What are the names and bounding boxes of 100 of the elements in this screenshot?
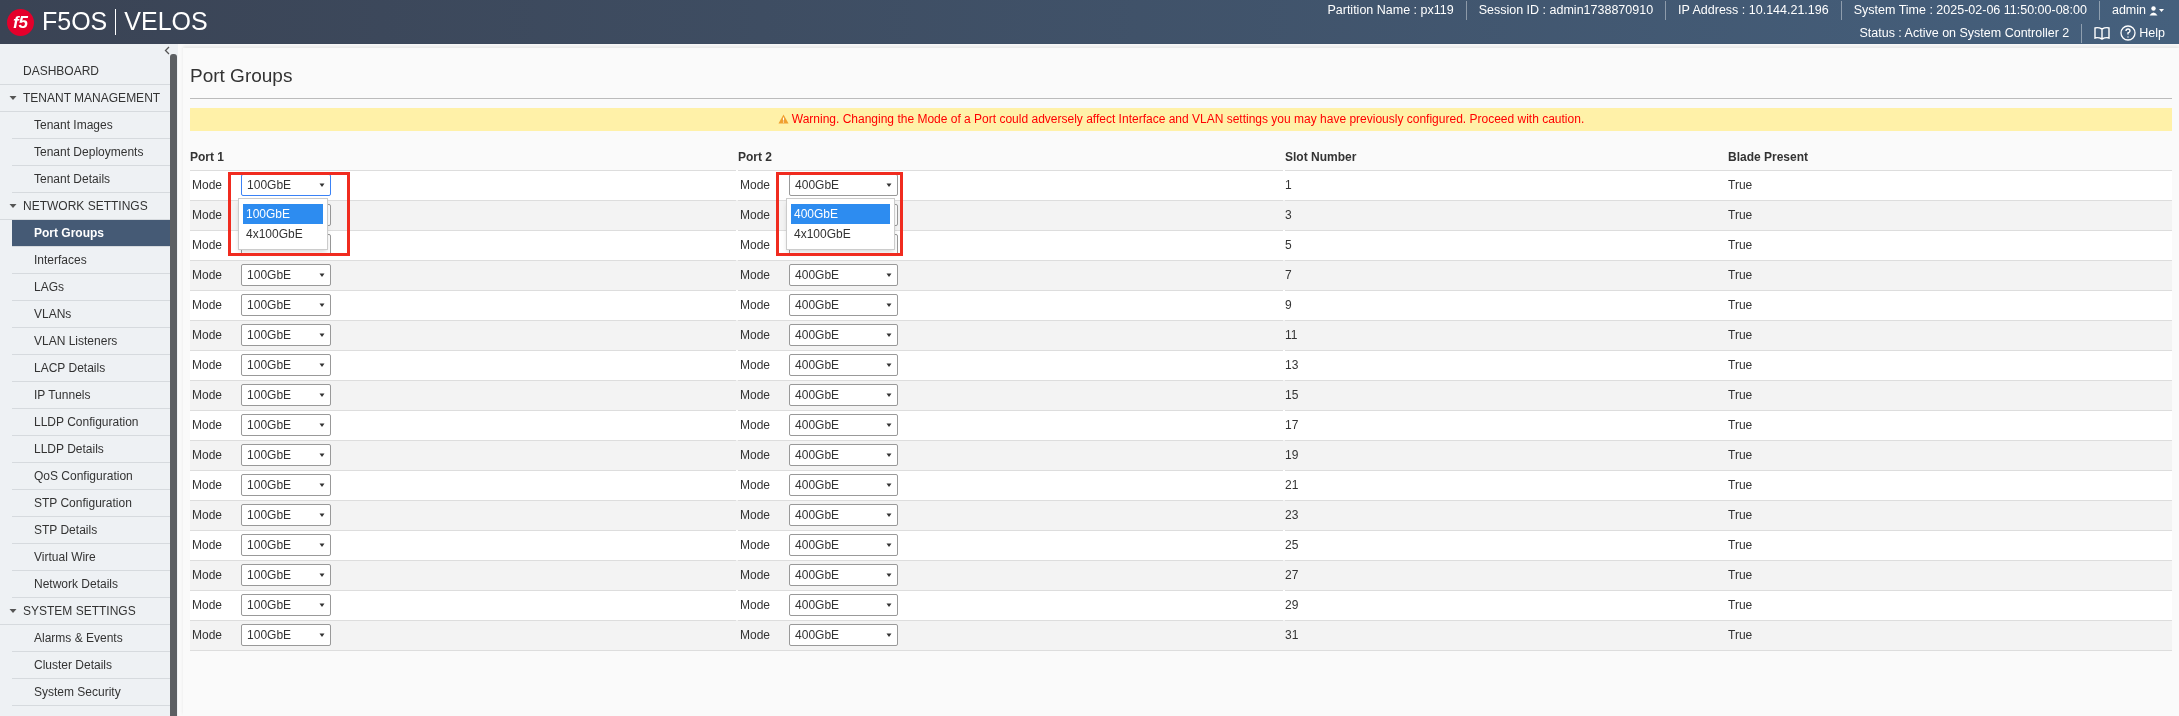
table-cell-text: 15	[1285, 387, 1299, 404]
caret-icon	[319, 272, 326, 278]
book-icon[interactable]	[2094, 26, 2111, 41]
dropdown-option[interactable]: 4x100GbE	[791, 223, 890, 244]
field-label: Mode	[192, 387, 223, 404]
mode-select[interactable]: 100GbE	[241, 264, 332, 286]
field-label: Mode	[192, 597, 223, 614]
mode-select[interactable]: 100GbE	[241, 624, 332, 646]
table-cell-text: True	[1728, 507, 1753, 524]
table-cell-text: 27	[1285, 567, 1299, 584]
field-label: Mode	[192, 267, 223, 284]
table-cell-text: 13	[1285, 357, 1299, 374]
mode-select[interactable]: 400GbE	[789, 354, 899, 376]
table-cell-text: 25	[1285, 537, 1299, 554]
table-cell-text: True	[1728, 177, 1753, 194]
field-label: Mode	[192, 237, 223, 254]
mode-select[interactable]: 400GbE	[789, 414, 899, 436]
table-cell-text: True	[1728, 567, 1753, 584]
caret-icon	[319, 452, 326, 458]
table-cell-text: True	[1728, 417, 1753, 434]
mode-select[interactable]: 100GbE	[241, 594, 332, 616]
table-cell-text: 11	[1285, 327, 1298, 344]
mode-select[interactable]: 100GbE	[241, 564, 332, 586]
mode-select[interactable]: 100GbE	[241, 384, 332, 406]
status-text: Status : Active on System Controller 2	[1859, 24, 2083, 43]
mode-select[interactable]: 400GbE	[789, 534, 899, 556]
field-label: Mode	[192, 537, 223, 554]
field-label: Mode	[740, 477, 771, 494]
caret-icon	[319, 512, 326, 518]
caret-icon	[319, 572, 326, 578]
table-cell-text: True	[1728, 627, 1753, 644]
table-cell-text: True	[1728, 237, 1753, 254]
sidebar-item[interactable]: Port Groups	[12, 220, 170, 247]
mode-select[interactable]: 100GbE	[241, 444, 332, 466]
field-label: Mode	[192, 507, 223, 524]
field-label: Mode	[740, 447, 771, 464]
page-title: Port Groups	[190, 48, 2172, 99]
field-label: Mode	[192, 327, 223, 344]
field-label: Mode	[740, 507, 771, 524]
caret-icon	[319, 302, 326, 308]
table-cell-text: 3	[1285, 207, 1292, 224]
dropdown-option[interactable]: 4x100GbE	[243, 223, 323, 244]
mode-select[interactable]: 400GbE	[789, 384, 899, 406]
field-label: Mode	[740, 387, 771, 404]
field-label: Mode	[740, 237, 771, 254]
table-cell-text: True	[1728, 297, 1753, 314]
help-icon[interactable]	[2120, 25, 2137, 42]
table-cell-text: True	[1728, 387, 1753, 404]
caret-icon	[886, 302, 893, 308]
help-link[interactable]: Help	[2139, 24, 2165, 43]
table-cell-text: 17	[1285, 417, 1299, 434]
field-label: Mode	[740, 297, 771, 314]
caret-icon	[886, 602, 893, 608]
mode-select[interactable]: 400GbE	[789, 594, 899, 616]
table-cell-text: True	[1728, 327, 1753, 344]
chevron-left-icon[interactable]	[164, 46, 170, 55]
header-info: Session ID : admin1738870910	[1466, 1, 1667, 20]
product-name: F5OS	[42, 6, 108, 38]
column-header: Slot Number	[1285, 149, 1358, 166]
mode-select[interactable]: 100GbE	[241, 174, 332, 196]
user-menu[interactable]: admin	[2099, 1, 2165, 20]
caret-icon	[886, 632, 893, 638]
column-header: Blade Present	[1728, 149, 1810, 166]
mode-select[interactable]: 400GbE	[789, 294, 899, 316]
mode-select[interactable]: 100GbE	[241, 474, 332, 496]
caret-icon	[886, 272, 893, 278]
mode-select[interactable]: 100GbE	[241, 414, 332, 436]
table-cell-text: 21	[1285, 477, 1299, 494]
table-cell-text: True	[1728, 537, 1753, 554]
caret-icon	[319, 332, 326, 338]
mode-select[interactable]: 400GbE	[789, 504, 899, 526]
header-info: IP Address : 10.144.21.196	[1666, 1, 1842, 20]
mode-select[interactable]: 100GbE	[241, 504, 332, 526]
field-label: Mode	[740, 327, 771, 344]
mode-select[interactable]: 400GbE	[789, 474, 899, 496]
mode-select[interactable]: 100GbE	[241, 354, 332, 376]
table-cell-text: True	[1728, 477, 1753, 494]
field-label: Mode	[192, 207, 223, 224]
table-cell-text: 29	[1285, 597, 1299, 614]
mode-select[interactable]: 400GbE	[789, 444, 899, 466]
caret-icon	[319, 392, 326, 398]
scrollbar[interactable]	[170, 54, 177, 716]
mode-select[interactable]: 100GbE	[241, 294, 332, 316]
field-label: Mode	[192, 627, 223, 644]
mode-select[interactable]: 100GbE	[241, 534, 332, 556]
field-label: Mode	[192, 477, 223, 494]
field-label: Mode	[192, 417, 223, 434]
mode-select[interactable]: 400GbE	[789, 564, 899, 586]
logo: f5	[7, 8, 34, 36]
field-label: Mode	[192, 177, 223, 194]
mode-select[interactable]: 400GbE	[789, 324, 899, 346]
table-cell-text: 19	[1285, 447, 1299, 464]
field-label: Mode	[192, 297, 223, 314]
mode-select[interactable]: 100GbE	[241, 324, 332, 346]
caret-icon	[319, 602, 326, 608]
mode-select[interactable]: 400GbE	[789, 264, 899, 286]
caret-icon	[886, 362, 893, 368]
field-label: Mode	[740, 537, 771, 554]
mode-select[interactable]: 400GbE	[789, 174, 899, 196]
mode-select[interactable]: 400GbE	[789, 624, 899, 646]
